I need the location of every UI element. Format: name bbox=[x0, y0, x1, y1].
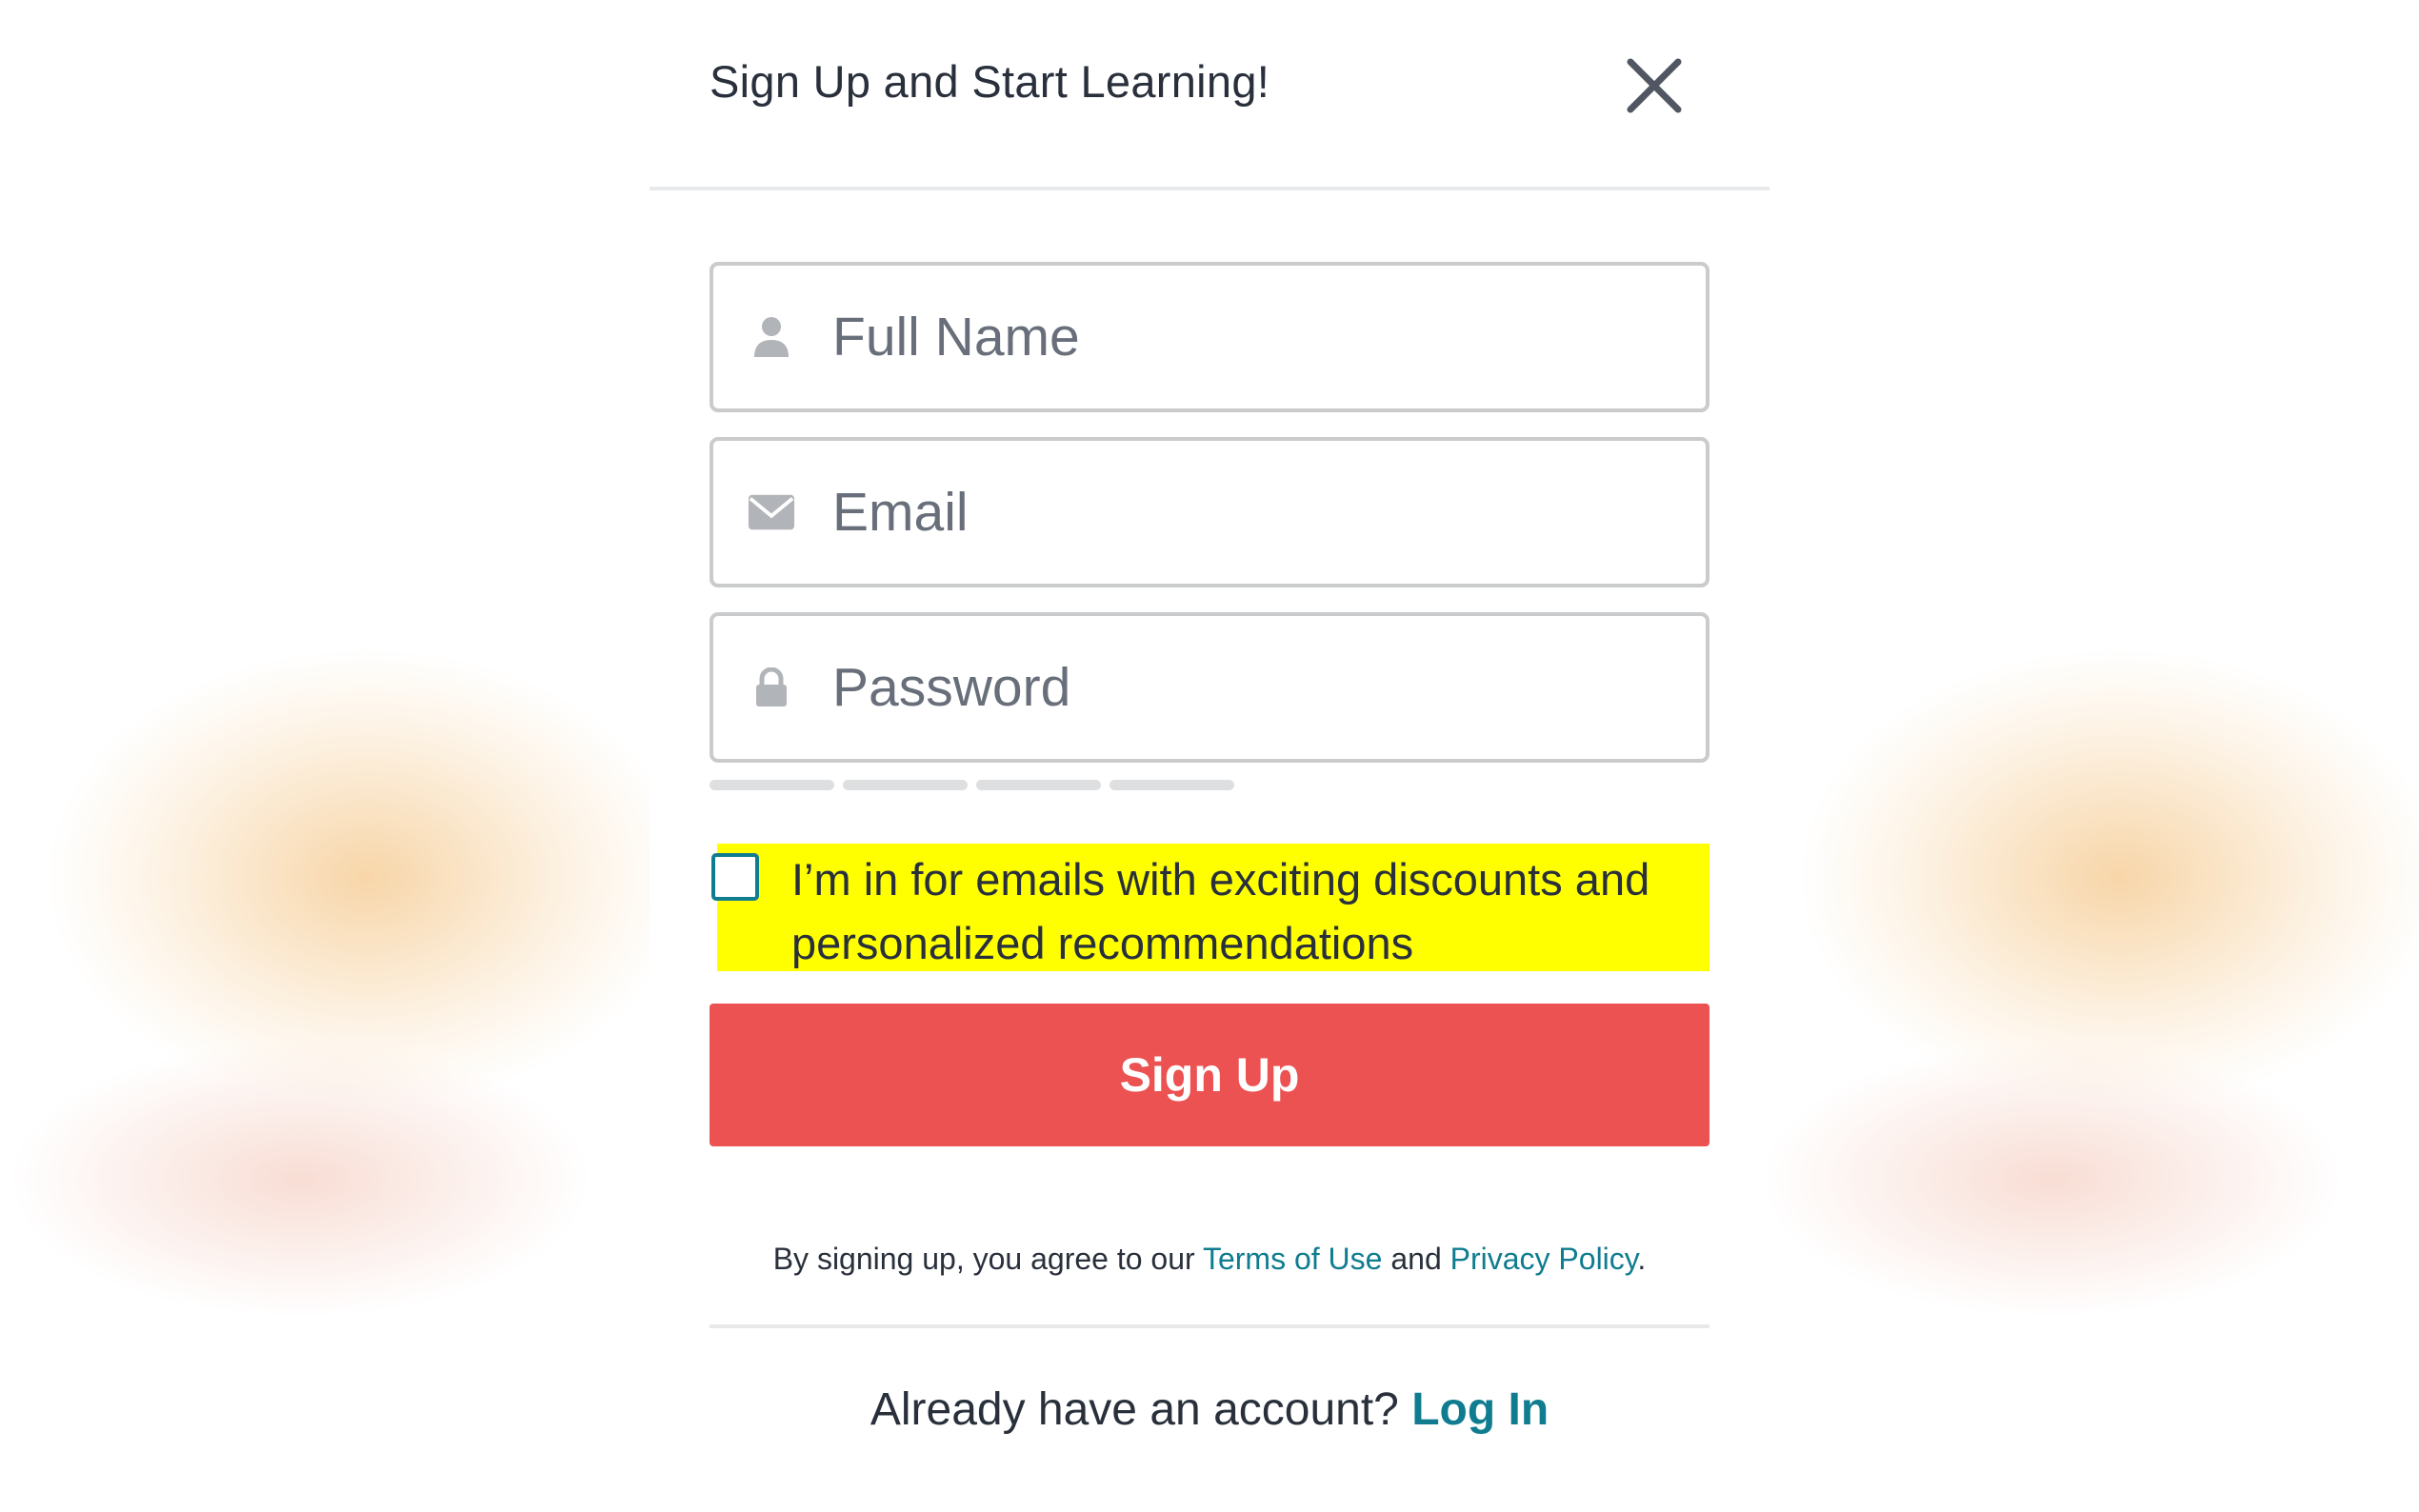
password-input[interactable] bbox=[832, 616, 1670, 759]
login-prompt: Already have an account? Log In bbox=[710, 1383, 1709, 1436]
signup-modal: Sign Up and Start Learning! Full Name Em… bbox=[650, 0, 1769, 1512]
strength-segment bbox=[843, 780, 968, 790]
close-button[interactable] bbox=[1621, 52, 1688, 119]
login-prompt-text: Already have an account? bbox=[870, 1384, 1412, 1435]
terms-prefix: By signing up, you agree to our bbox=[772, 1242, 1203, 1276]
password-field bbox=[710, 612, 1709, 763]
strength-segment bbox=[976, 780, 1101, 790]
strength-segment bbox=[1110, 780, 1234, 790]
sign-up-button[interactable]: Sign Up bbox=[710, 1004, 1709, 1146]
modal-title: Sign Up and Start Learning! bbox=[710, 56, 1270, 107]
email-optin: I’m in for emails with exciting discount… bbox=[710, 844, 1709, 973]
background-right bbox=[1752, 0, 2419, 1512]
signup-form: I’m in for emails with exciting discount… bbox=[710, 262, 1709, 1436]
terms-of-use-link[interactable]: Terms of Use bbox=[1203, 1242, 1382, 1276]
terms-notice: By signing up, you agree to our Terms of… bbox=[710, 1242, 1709, 1277]
modal-header: Sign Up and Start Learning! bbox=[650, 0, 1769, 190]
full-name-field bbox=[710, 262, 1709, 412]
password-strength-meter bbox=[710, 780, 1709, 790]
envelope-icon bbox=[748, 488, 795, 536]
background-left bbox=[0, 0, 667, 1512]
user-icon bbox=[748, 313, 795, 361]
optin-label[interactable]: I’m in for emails with exciting discount… bbox=[791, 847, 1706, 975]
email-input[interactable] bbox=[832, 441, 1670, 584]
close-icon bbox=[1627, 58, 1682, 113]
email-field bbox=[710, 437, 1709, 587]
privacy-policy-link[interactable]: Privacy Policy bbox=[1450, 1242, 1638, 1276]
full-name-input[interactable] bbox=[832, 266, 1670, 408]
terms-suffix: . bbox=[1637, 1242, 1647, 1276]
terms-middle: and bbox=[1382, 1242, 1450, 1276]
log-in-link[interactable]: Log In bbox=[1411, 1384, 1549, 1435]
optin-checkbox[interactable] bbox=[711, 853, 759, 901]
lock-icon bbox=[748, 664, 795, 711]
divider bbox=[710, 1324, 1709, 1328]
strength-segment bbox=[710, 780, 834, 790]
